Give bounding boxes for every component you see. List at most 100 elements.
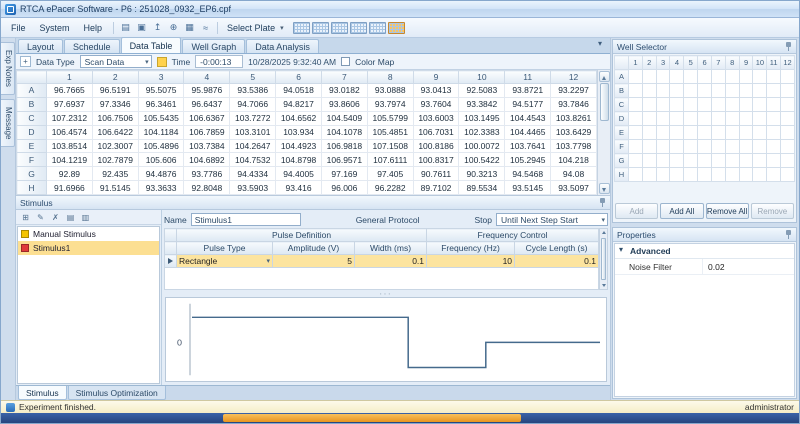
well-cell-A10[interactable] <box>753 70 767 84</box>
well-cell-D12[interactable] <box>781 112 795 126</box>
add-stimulus-icon[interactable]: ⊞ <box>19 211 32 223</box>
well-cell-B9[interactable] <box>739 84 753 98</box>
well-cell-F7[interactable] <box>711 140 725 154</box>
well-cell-H12[interactable] <box>781 168 795 182</box>
well-cell-H6[interactable] <box>698 168 712 182</box>
plate-view-icon-3[interactable] <box>331 22 348 34</box>
well-column-header-12[interactable]: 12 <box>781 56 795 70</box>
cell-F8[interactable]: 107.6111 <box>367 153 413 167</box>
stop-condition-combo[interactable]: Until Next Step Start <box>496 213 608 226</box>
well-cell-C4[interactable] <box>670 98 684 112</box>
scroll-down-icon[interactable] <box>600 281 607 289</box>
cell-D11[interactable]: 104.4465 <box>505 125 551 139</box>
pin-icon[interactable] <box>784 42 792 51</box>
cell-E4[interactable]: 103.7384 <box>184 139 230 153</box>
well-cell-C11[interactable] <box>767 98 781 112</box>
cell-G11[interactable]: 94.5468 <box>505 167 551 181</box>
scrollbar-thumb[interactable] <box>601 238 606 280</box>
well-cell-A5[interactable] <box>684 70 698 84</box>
splitter-handle[interactable] <box>164 290 608 297</box>
cell-B9[interactable]: 93.7604 <box>413 97 459 111</box>
well-cell-A9[interactable] <box>739 70 753 84</box>
pulse-table-scrollbar[interactable] <box>599 228 608 290</box>
cell-D10[interactable]: 102.3383 <box>459 125 505 139</box>
remove-button[interactable]: Remove <box>751 203 794 219</box>
pulse-value-cell[interactable]: 10 <box>427 255 515 268</box>
well-cell-C1[interactable] <box>629 98 643 112</box>
pin-icon[interactable] <box>784 230 792 239</box>
cell-G6[interactable]: 94.4005 <box>276 167 322 181</box>
cell-C3[interactable]: 105.5435 <box>138 111 184 125</box>
cell-F7[interactable]: 106.9571 <box>321 153 367 167</box>
tab-well-graph[interactable]: Well Graph <box>182 39 245 53</box>
cell-E11[interactable]: 103.7641 <box>505 139 551 153</box>
cell-D3[interactable]: 104.1184 <box>138 125 184 139</box>
well-cell-D6[interactable] <box>698 112 712 126</box>
well-cell-A1[interactable] <box>629 70 643 84</box>
well-cell-F10[interactable] <box>753 140 767 154</box>
well-cell-G11[interactable] <box>767 154 781 168</box>
stimulus-list-item-manual-stimulus[interactable]: Manual Stimulus <box>18 227 159 241</box>
well-cell-C2[interactable] <box>642 98 656 112</box>
column-header-9[interactable]: 9 <box>413 71 459 84</box>
cell-A10[interactable]: 92.5083 <box>459 84 505 98</box>
well-row-header-H[interactable]: H <box>615 168 629 182</box>
well-cell-G1[interactable] <box>629 154 643 168</box>
scroll-down-icon[interactable] <box>599 183 610 194</box>
zoom-icon[interactable]: ⊕ <box>166 20 181 35</box>
well-cell-D2[interactable] <box>642 112 656 126</box>
well-cell-E6[interactable] <box>698 126 712 140</box>
well-cell-H4[interactable] <box>670 168 684 182</box>
well-cell-B8[interactable] <box>725 84 739 98</box>
cell-D9[interactable]: 106.7031 <box>413 125 459 139</box>
well-column-header-10[interactable]: 10 <box>753 56 767 70</box>
column-header-5[interactable]: 5 <box>230 71 276 84</box>
cell-F10[interactable]: 100.5422 <box>459 153 505 167</box>
menu-file[interactable]: File <box>4 21 33 35</box>
well-cell-D3[interactable] <box>656 112 670 126</box>
edit-stimulus-icon[interactable]: ✎ <box>34 211 47 223</box>
scrollbar-thumb[interactable] <box>600 83 609 121</box>
side-tab-message[interactable]: Message <box>1 99 15 147</box>
cell-C5[interactable]: 103.7272 <box>230 111 276 125</box>
grid-scrollbar[interactable] <box>597 70 610 195</box>
well-cell-H1[interactable] <box>629 168 643 182</box>
well-cell-F5[interactable] <box>684 140 698 154</box>
cell-F1[interactable]: 104.1219 <box>47 153 93 167</box>
well-cell-H2[interactable] <box>642 168 656 182</box>
cell-G2[interactable]: 92.435 <box>92 167 138 181</box>
property-value[interactable]: 0.02 <box>703 262 725 272</box>
cell-G7[interactable]: 97.169 <box>321 167 367 181</box>
well-cell-B4[interactable] <box>670 84 684 98</box>
new-experiment-icon[interactable]: ▤ <box>118 20 133 35</box>
well-cell-B7[interactable] <box>711 84 725 98</box>
plate-view-icon-4[interactable] <box>350 22 367 34</box>
stimulus-list-item-stimulus1[interactable]: Stimulus1 <box>18 241 159 255</box>
cell-D8[interactable]: 105.4851 <box>367 125 413 139</box>
cell-G3[interactable]: 94.4876 <box>138 167 184 181</box>
chart-view-icon[interactable]: ▦ <box>182 20 197 35</box>
pulse-value-cell[interactable]: 5 <box>273 255 355 268</box>
row-header-F[interactable]: F <box>17 153 47 167</box>
well-cell-E12[interactable] <box>781 126 795 140</box>
well-column-header-5[interactable]: 5 <box>684 56 698 70</box>
well-cell-H7[interactable] <box>711 168 725 182</box>
well-cell-E4[interactable] <box>670 126 684 140</box>
cell-A3[interactable]: 95.5075 <box>138 84 184 98</box>
well-cell-H9[interactable] <box>739 168 753 182</box>
column-header-4[interactable]: 4 <box>184 71 230 84</box>
well-cell-E8[interactable] <box>725 126 739 140</box>
well-cell-D9[interactable] <box>739 112 753 126</box>
cell-H2[interactable]: 91.5145 <box>92 181 138 195</box>
menu-help[interactable]: Help <box>77 21 110 35</box>
cell-B12[interactable]: 93.7846 <box>551 97 597 111</box>
well-cell-D8[interactable] <box>725 112 739 126</box>
cell-F12[interactable]: 104.218 <box>551 153 597 167</box>
column-header-6[interactable]: 6 <box>276 71 322 84</box>
tab-schedule[interactable]: Schedule <box>64 39 120 53</box>
column-header-3[interactable]: 3 <box>138 71 184 84</box>
well-cell-D11[interactable] <box>767 112 781 126</box>
well-cell-D4[interactable] <box>670 112 684 126</box>
well-column-header-8[interactable]: 8 <box>725 56 739 70</box>
cell-H7[interactable]: 96.006 <box>321 181 367 195</box>
